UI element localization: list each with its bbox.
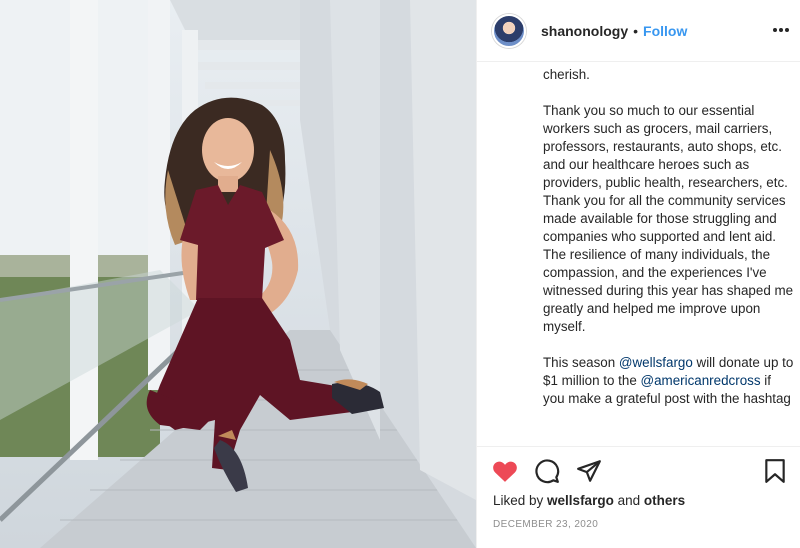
post-header: shanonology • Follow xyxy=(477,0,800,62)
action-icons xyxy=(491,457,603,485)
username[interactable]: shanonology xyxy=(541,23,628,39)
likes-summary: Liked by wellsfargo and others xyxy=(493,493,685,508)
post-date: December 23, 2020 xyxy=(493,519,599,530)
avatar[interactable] xyxy=(492,13,526,48)
comment-icon[interactable] xyxy=(533,457,561,485)
caption-paragraph: This season @wellsfargo will donate up t… xyxy=(543,354,795,408)
liked-by-others[interactable]: others xyxy=(644,493,685,508)
post-side-panel: shanonology • Follow cherish. Thank you … xyxy=(476,0,800,548)
caption-paragraph: cherish. xyxy=(543,67,590,82)
caption-paragraph: Thank you so much to our essential worke… xyxy=(543,103,794,334)
likes-prefix: Liked by xyxy=(493,493,548,508)
separator-dot: • xyxy=(633,22,639,39)
likes-middle: and xyxy=(613,493,644,508)
post-caption: cherish. Thank you so much to our essent… xyxy=(543,66,795,446)
caption-text: This season xyxy=(543,355,619,370)
post-actions: Liked by wellsfargo and others December … xyxy=(477,446,800,548)
heart-filled-icon[interactable] xyxy=(491,457,519,485)
post-image xyxy=(0,0,476,548)
post-photo[interactable] xyxy=(0,0,476,548)
share-icon[interactable] xyxy=(575,457,603,485)
mention-link[interactable]: @americanredcross xyxy=(641,373,761,388)
mention-link[interactable]: @wellsfargo xyxy=(619,355,693,370)
follow-button[interactable]: Follow xyxy=(643,23,687,39)
liked-by-user[interactable]: wellsfargo xyxy=(547,493,614,508)
more-options-icon[interactable] xyxy=(769,20,793,40)
bookmark-icon[interactable] xyxy=(761,457,789,485)
